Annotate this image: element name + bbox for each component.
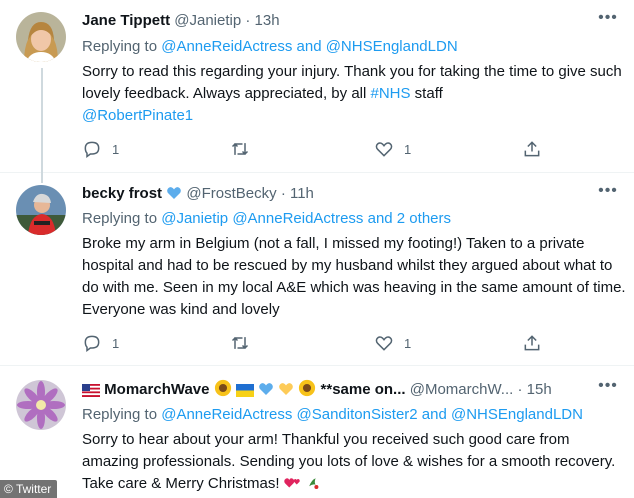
reply-button[interactable]: 1 <box>82 139 119 159</box>
thread-line <box>41 68 43 173</box>
retweet-icon <box>231 142 249 156</box>
display-name[interactable]: becky frost <box>82 185 162 202</box>
reply-icon <box>84 335 100 352</box>
display-name[interactable]: Jane Tippett <box>82 12 170 29</box>
replying-to-mentions[interactable]: @Janietip @AnneReidActress and 2 others <box>161 210 451 227</box>
sunflower-emoji <box>299 379 316 397</box>
username[interactable]: @FrostBecky <box>186 185 276 202</box>
blue-heart-emoji <box>259 383 273 395</box>
retweet-button[interactable] <box>230 139 250 159</box>
display-name-suffix[interactable]: **same on... <box>321 381 406 398</box>
holly-emoji <box>309 478 319 489</box>
sunflower-emoji <box>214 379 231 397</box>
tweet-text: Sorry to hear about your arm! Thankful y… <box>82 429 627 495</box>
reply-button[interactable]: 1 <box>82 333 119 353</box>
avatar-image <box>16 185 66 235</box>
share-icon <box>524 335 540 351</box>
separator-dot: · <box>280 185 286 202</box>
tweet-header: MomarchWave **same on... @MomarchW... · … <box>82 379 552 399</box>
blue-heart-emoji <box>167 187 182 199</box>
replying-to-mentions[interactable]: @AnneReidActress and @NHSEnglandLDN <box>161 38 457 55</box>
yellow-heart-emoji <box>279 383 294 395</box>
retweet-button[interactable] <box>230 333 250 353</box>
avatar-image <box>16 380 66 430</box>
reply-count: 1 <box>112 141 120 157</box>
avatar[interactable] <box>16 12 66 62</box>
like-button[interactable]: 1 <box>374 333 411 353</box>
hashtag-link[interactable]: #NHS <box>371 85 411 102</box>
tweet-becky-frost[interactable]: becky frost @FrostBecky · 11h ••• Replyi… <box>0 173 634 366</box>
replying-to-label: Replying to <box>82 406 158 423</box>
timestamp[interactable]: 15h <box>527 381 552 398</box>
mention-link[interactable]: @RobertPinate1 <box>82 107 193 124</box>
action-bar: 1 1 <box>82 333 542 353</box>
like-icon <box>375 336 393 351</box>
tweet-text-part: Sorry to read this regarding your injury… <box>82 63 622 102</box>
like-count: 1 <box>404 141 412 157</box>
timestamp[interactable]: 11h <box>290 185 314 202</box>
like-icon <box>375 142 393 157</box>
tweet-jane-tippett[interactable]: Jane Tippett @Janietip · 13h ••• Replyin… <box>0 0 634 173</box>
ukraine-flag-emoji <box>235 384 254 397</box>
avatar[interactable] <box>16 185 66 235</box>
username[interactable]: @MomarchW... <box>410 381 514 398</box>
replying-to-mentions[interactable]: @AnneReidActress @SanditonSister2 and @N… <box>161 406 583 423</box>
share-button[interactable] <box>522 139 542 159</box>
more-icon[interactable]: ••• <box>596 378 620 400</box>
like-button[interactable]: 1 <box>374 139 411 159</box>
username[interactable]: @Janietip <box>174 12 241 29</box>
replying-to: Replying to @Janietip @AnneReidActress a… <box>82 209 451 229</box>
replying-to-label: Replying to <box>82 210 158 227</box>
share-button[interactable] <box>522 333 542 353</box>
thread-line <box>41 173 43 183</box>
like-count: 1 <box>404 335 412 351</box>
replying-to: Replying to @AnneReidActress @SanditonSi… <box>82 405 583 425</box>
replying-to-label: Replying to <box>82 38 158 55</box>
us-flag-emoji <box>82 384 100 397</box>
avatar[interactable] <box>16 380 66 430</box>
avatar-image <box>16 12 66 62</box>
separator-dot: · <box>245 12 251 29</box>
more-icon[interactable]: ••• <box>596 183 620 205</box>
tweet-text-content: Sorry to hear about your arm! Thankful y… <box>82 431 616 492</box>
twitter-thread: { "tweets": [ { "name": "Jane Tippett", … <box>0 0 634 498</box>
share-icon <box>524 141 540 157</box>
more-icon[interactable]: ••• <box>596 10 620 32</box>
reply-count: 1 <box>112 335 120 351</box>
tweet-header: becky frost @FrostBecky · 11h <box>82 184 314 204</box>
reply-icon <box>84 141 100 158</box>
tweet-text-part: staff <box>410 85 443 102</box>
replying-to: Replying to @AnneReidActress and @NHSEng… <box>82 37 458 57</box>
twitter-watermark: © Twitter <box>0 480 58 498</box>
retweet-icon <box>231 336 249 350</box>
action-bar: 1 1 <box>82 139 542 159</box>
tweet-momarchwave[interactable]: MomarchWave **same on... @MomarchW... · … <box>0 366 634 498</box>
tweet-header: Jane Tippett @Janietip · 13h <box>82 11 280 31</box>
timestamp[interactable]: 13h <box>255 12 280 29</box>
display-name[interactable]: MomarchWave <box>104 381 209 398</box>
separator-dot: · <box>517 381 523 398</box>
hearts-emoji <box>283 478 300 488</box>
tweet-text: Broke my arm in Belgium (not a fall, I m… <box>82 235 626 318</box>
tweet-text: Sorry to read this regarding your injury… <box>82 61 627 127</box>
